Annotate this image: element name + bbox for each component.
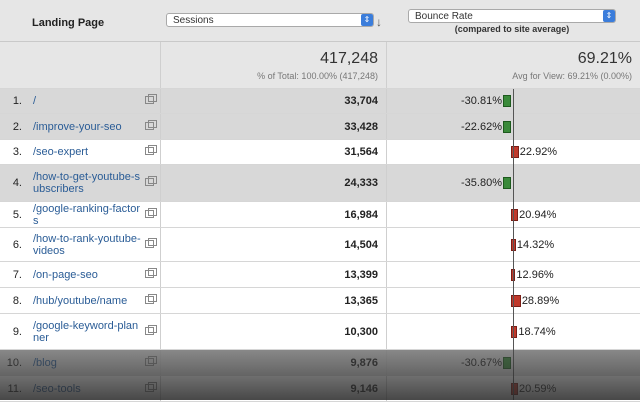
select-chevron-icon: ⇕: [603, 10, 615, 22]
sessions-value: 33,428: [160, 114, 387, 139]
row-index: 4.: [12, 177, 22, 189]
sessions-value: 13,365: [160, 288, 387, 313]
sessions-value: 14,504: [160, 228, 387, 261]
open-in-new-window-icon[interactable]: [145, 119, 157, 130]
row-index: 7.: [12, 268, 22, 281]
bounce-delta-label: 18.74%: [518, 325, 556, 338]
primary-metric-select[interactable]: Sessions ⇕: [166, 13, 374, 27]
negative-bounce-bar: [503, 120, 511, 133]
open-in-new-window-icon[interactable]: [145, 355, 157, 366]
row-index: 1.: [12, 95, 22, 107]
totals-row: 417,248 % of Total: 100.00% (417,248) 69…: [0, 42, 640, 89]
sessions-value: 9,876: [160, 350, 387, 375]
landing-page-column-header[interactable]: Landing Page: [0, 0, 160, 41]
landing-page-link[interactable]: /seo-tools: [33, 383, 97, 395]
bounce-total-sub: Avg for View: 69.21% (0.00%): [512, 71, 632, 81]
comparison-caption: (compared to site average): [454, 24, 570, 34]
bounce-zero-axis: [513, 89, 514, 400]
select-chevron-icon: ⇕: [361, 14, 373, 26]
landing-page-link[interactable]: /blog: [33, 357, 73, 369]
sessions-value: 10,300: [160, 314, 387, 349]
table-row[interactable]: 10. /blog 9,876 -30.67%: [0, 350, 640, 376]
sessions-total: 417,248: [320, 50, 378, 67]
sessions-total-sub: % of Total: 100.00% (417,248): [257, 71, 378, 81]
bounce-delta-label: -30.67%: [461, 356, 502, 369]
landing-page-link[interactable]: /hub/youtube/name: [33, 295, 143, 307]
open-in-new-window-icon[interactable]: [145, 293, 157, 304]
positive-bounce-bar: [511, 325, 518, 338]
landing-page-link[interactable]: /google-keyword-planner: [33, 320, 160, 344]
table-row[interactable]: 2. /improve-your-seo 33,428 -22.62%: [0, 114, 640, 140]
table-row[interactable]: 5. /google-ranking-factors 16,984 20.94%: [0, 202, 640, 228]
sessions-value: 16,984: [160, 202, 387, 227]
table-row[interactable]: 4. /how-to-get-youtube-subscribers 24,333 -…: [0, 165, 640, 202]
bounce-total: 69.21%: [577, 50, 632, 67]
open-in-new-window-icon[interactable]: [145, 237, 157, 248]
sessions-value: 33,704: [160, 89, 387, 113]
negative-bounce-bar: [503, 356, 511, 369]
row-index: 10.: [6, 356, 22, 369]
landing-page-link[interactable]: /how-to-rank-youtube-videos: [33, 233, 160, 257]
negative-bounce-bar: [503, 95, 511, 107]
bounce-delta-label: 20.59%: [519, 382, 557, 395]
table-row[interactable]: 1. / 33,704 -30.81%: [0, 89, 640, 114]
negative-bounce-bar: [503, 177, 511, 189]
landing-page-link[interactable]: /on-page-seo: [33, 269, 114, 281]
open-in-new-window-icon[interactable]: [145, 176, 157, 186]
open-in-new-window-icon[interactable]: [145, 207, 157, 218]
bounce-delta-label: -35.80%: [461, 177, 502, 189]
bounce-delta-label: 14.32%: [516, 238, 555, 251]
open-in-new-window-icon[interactable]: [145, 145, 157, 155]
secondary-metric-select[interactable]: Bounce Rate ⇕: [408, 9, 616, 23]
bounce-delta-label: 28.89%: [521, 294, 560, 307]
open-in-new-window-icon[interactable]: [145, 267, 157, 278]
table-header: Landing Page Sessions ⇕ ↓ Bounce Rate ⇕ …: [0, 0, 640, 42]
open-in-new-window-icon[interactable]: [145, 381, 157, 392]
open-in-new-window-icon[interactable]: [145, 94, 157, 104]
row-index: 11.: [7, 382, 22, 395]
row-index: 8.: [12, 294, 22, 307]
bounce-delta-label: 12.96%: [516, 268, 554, 281]
sessions-value: 13,399: [160, 262, 387, 287]
sessions-value: 31,564: [160, 140, 387, 164]
landing-page-link[interactable]: /improve-your-seo: [33, 121, 138, 133]
bounce-delta-label: -30.81%: [461, 95, 502, 107]
landing-page-link[interactable]: /google-ranking-factors: [33, 203, 160, 227]
bounce-delta-label: 20.94%: [519, 208, 557, 221]
open-in-new-window-icon[interactable]: [145, 324, 157, 335]
row-index: 9.: [12, 325, 22, 338]
table-row[interactable]: 3. /seo-expert 31,564 22.92%: [0, 140, 640, 165]
table-row[interactable]: 11. /seo-tools 9,146 20.59%: [0, 376, 640, 402]
landing-page-link[interactable]: /how-to-get-youtube-subscribers: [33, 171, 160, 195]
row-index: 2.: [12, 120, 22, 133]
landing-page-link[interactable]: /seo-expert: [33, 146, 104, 158]
table-row[interactable]: 6. /how-to-rank-youtube-videos 14,504 14.32…: [0, 228, 640, 262]
bounce-delta-label: 22.92%: [519, 146, 558, 158]
secondary-metric-label: Bounce Rate: [415, 11, 473, 22]
sessions-value: 24,333: [160, 165, 387, 201]
sessions-value: 9,146: [160, 376, 387, 401]
sort-down-icon[interactable]: ↓: [376, 15, 382, 29]
table-row[interactable]: 9. /google-keyword-planner 10,300 18.74%: [0, 314, 640, 350]
landing-page-link[interactable]: /: [33, 95, 52, 107]
bounce-delta-label: -22.62%: [461, 120, 502, 133]
row-index: 3.: [12, 146, 22, 158]
row-index: 6.: [12, 238, 22, 251]
row-index: 5.: [12, 208, 22, 221]
table-row[interactable]: 8. /hub/youtube/name 13,365 28.89%: [0, 288, 640, 314]
table-row[interactable]: 7. /on-page-seo 13,399 12.96%: [0, 262, 640, 288]
primary-metric-label: Sessions: [173, 15, 214, 26]
